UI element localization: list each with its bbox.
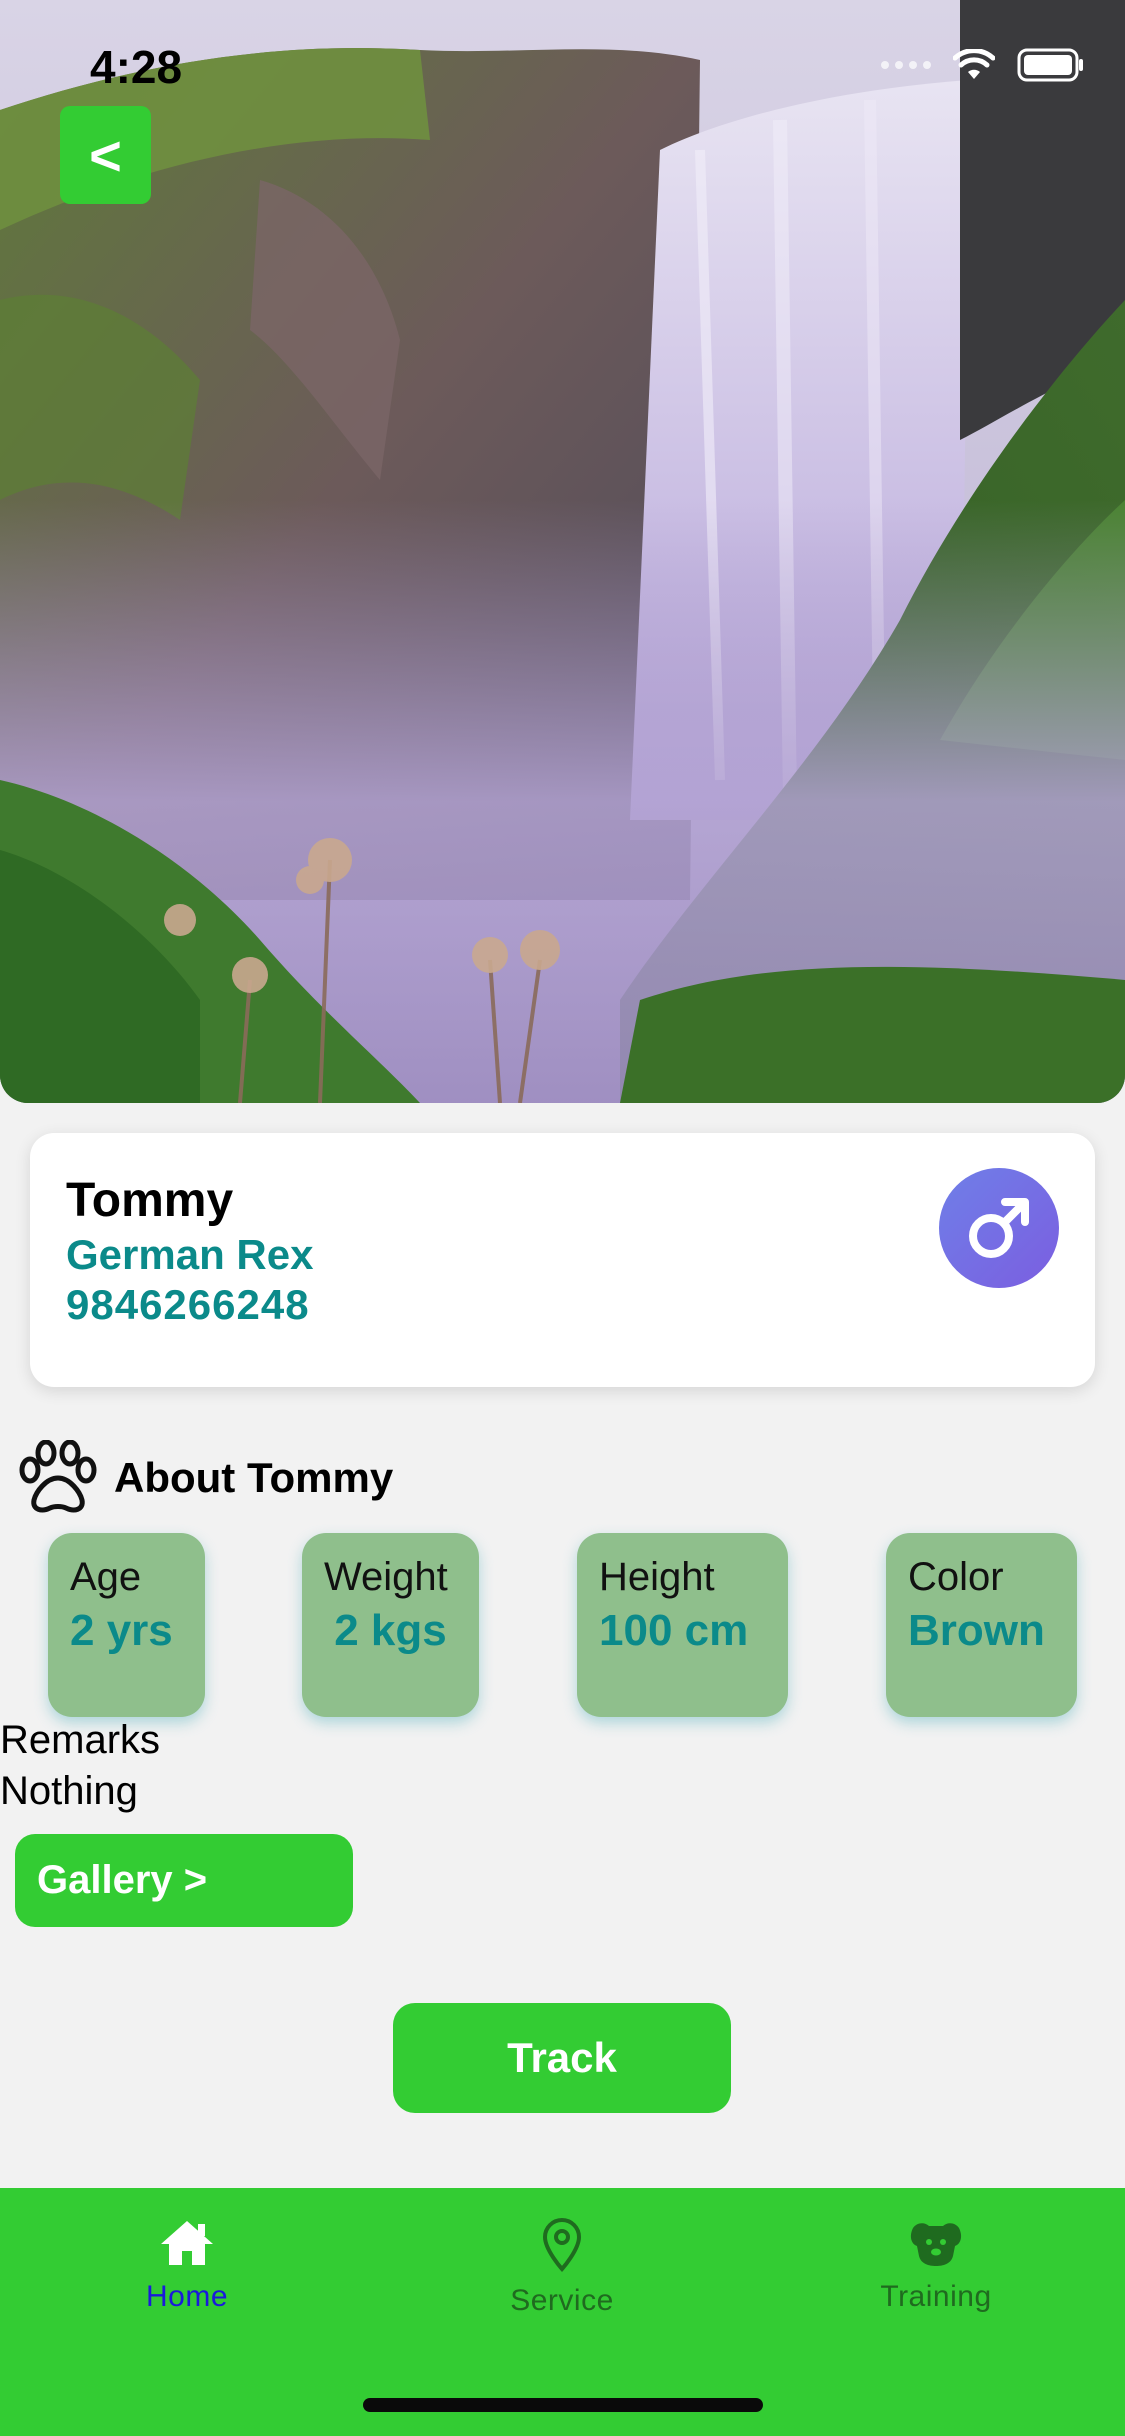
stat-color: Color Brown: [886, 1533, 1077, 1717]
home-indicator: [363, 2398, 763, 2412]
hero-image: [0, 0, 1125, 1103]
stat-height: Height 100 cm: [577, 1533, 788, 1717]
remarks-value: Nothing: [0, 1769, 138, 1813]
nav-item-training[interactable]: Training: [836, 2218, 1036, 2314]
stat-value: 2 kgs: [334, 1606, 447, 1655]
pet-phone: 9846266248: [66, 1281, 310, 1328]
male-symbol-icon: [969, 1198, 1029, 1258]
nav-label-home: Home: [145, 2280, 229, 2313]
battery-icon: [1017, 48, 1083, 82]
gallery-button[interactable]: Gallery >: [15, 1834, 353, 1927]
back-button[interactable]: <: [60, 106, 151, 204]
stat-age: Age 2 yrs: [48, 1533, 205, 1717]
nav-label-training: Training: [880, 2280, 992, 2313]
dog-icon: [910, 2223, 962, 2266]
about-title: About Tommy: [114, 1454, 394, 1501]
stat-value: 2 yrs: [70, 1606, 173, 1655]
stat-value: 100 cm: [599, 1606, 749, 1655]
cellular-signal-icon: [881, 61, 931, 69]
pet-name: Tommy: [66, 1174, 234, 1227]
nav-item-home[interactable]: Home: [87, 2218, 287, 2314]
paw-icon: [19, 1440, 97, 1513]
home-icon: [161, 2221, 213, 2265]
pet-info-card: Tommy German Rex 9846266248: [30, 1133, 1095, 1387]
pet-breed: German Rex: [66, 1231, 314, 1278]
stat-label: Weight: [324, 1555, 448, 1599]
track-button[interactable]: Track: [393, 2003, 731, 2113]
nav-item-service[interactable]: Service: [462, 2218, 662, 2318]
stat-label: Color: [908, 1555, 1004, 1599]
remarks-label: Remarks: [0, 1718, 161, 1762]
about-section-header: About Tommy: [16, 1440, 393, 1516]
status-icons: [881, 48, 1085, 82]
stat-value: Brown: [908, 1606, 1045, 1655]
stat-weight: Weight 2 kgs: [302, 1533, 479, 1717]
stat-label: Age: [70, 1555, 142, 1599]
stat-label: Height: [599, 1555, 715, 1599]
status-time: 4:28: [90, 41, 183, 93]
nav-label-service: Service: [510, 2284, 614, 2317]
location-pin-icon: [542, 2218, 582, 2272]
gender-badge: [939, 1168, 1059, 1288]
wifi-icon: [953, 49, 995, 79]
